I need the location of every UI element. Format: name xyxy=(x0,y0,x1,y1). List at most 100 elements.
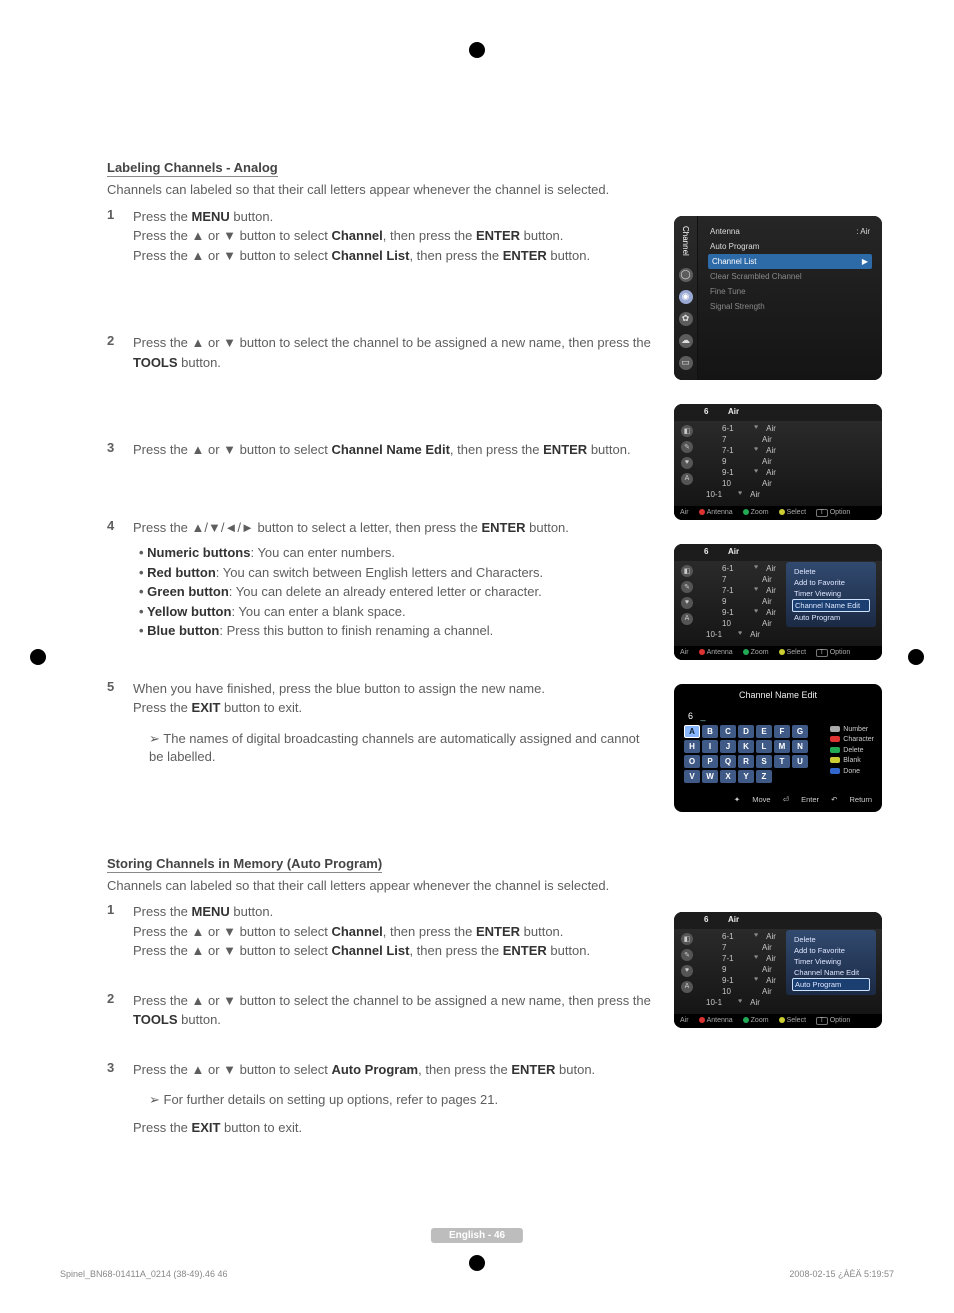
channel-row[interactable]: 9Air xyxy=(696,456,882,467)
tools-popup-item[interactable]: Delete xyxy=(792,566,870,577)
menu-item[interactable]: Auto Program xyxy=(708,239,872,254)
channel-icon: ◉ xyxy=(679,290,693,304)
note: The names of digital broadcasting channe… xyxy=(133,730,656,766)
kbd-key[interactable]: J xyxy=(720,740,736,753)
tv-channel-list-autoprogram: 6Air◧✎♥A6-1♥ Air7Air7-1♥ Air9Air9-1♥ Air… xyxy=(674,912,882,1028)
channel-row[interactable]: 7Air xyxy=(696,434,882,445)
kbd-key[interactable]: W xyxy=(702,770,718,783)
kbd-key[interactable]: B xyxy=(702,725,718,738)
kbd-legend-item: Number xyxy=(830,725,874,736)
channel-row[interactable]: 10-1♥ Air xyxy=(680,997,882,1008)
kbd-key[interactable]: V xyxy=(684,770,700,783)
tools-popup-item[interactable]: Channel Name Edit xyxy=(792,599,870,612)
tools-popup-item[interactable]: Channel Name Edit xyxy=(792,967,870,978)
step-body: Press the ▲ or ▼ button to select the ch… xyxy=(133,991,656,1030)
kbd-key[interactable]: T xyxy=(774,755,790,768)
all-mini-icon: A xyxy=(681,613,693,625)
kbd-key[interactable]: O xyxy=(684,755,700,768)
kbd-legend-item: Character xyxy=(830,735,874,746)
list-sidebar: ◧✎♥A xyxy=(678,563,696,625)
menu-sidebar-label: Channel xyxy=(681,226,690,256)
kbd-hint-move: ✦ Move xyxy=(734,795,771,804)
list-head-source: Air xyxy=(728,407,739,416)
step: 1Press the MENU button.Press the ▲ or ▼ … xyxy=(107,902,656,961)
section1-intro: Channels can labeled so that their call … xyxy=(107,181,627,199)
kbd-key[interactable]: S xyxy=(756,755,772,768)
marker-mini-icon: ✎ xyxy=(681,441,693,453)
tools-popup-item[interactable]: Timer Viewing xyxy=(792,588,870,599)
tv-channel-name-edit: Channel Name Edit 6 _ ABCDEFGHIJKLMNOPQR… xyxy=(674,684,882,812)
kbd-key[interactable]: U xyxy=(792,755,808,768)
channel-row[interactable]: 10-1♥ Air xyxy=(680,489,882,500)
kbd-key[interactable]: K xyxy=(738,740,754,753)
tools-popup-item[interactable]: Add to Favorite xyxy=(792,577,870,588)
menu-item-antenna[interactable]: Antenna : Air xyxy=(708,224,872,239)
kbd-key[interactable]: E xyxy=(756,725,772,738)
bullet-item: Blue button: Press this button to finish… xyxy=(139,621,656,641)
kbd-key[interactable]: P xyxy=(702,755,718,768)
step-body: Press the ▲/▼/◄/► button to select a let… xyxy=(133,518,656,538)
step: 3Press the ▲ or ▼ button to select Chann… xyxy=(107,440,656,460)
channel-row[interactable]: 10Air xyxy=(696,478,882,489)
kbd-key[interactable]: X xyxy=(720,770,736,783)
list-head-source: Air xyxy=(728,915,739,924)
heart-mini-icon: ♥ xyxy=(681,597,693,609)
channel-row[interactable]: 7-1♥ Air xyxy=(696,445,882,456)
kbd-key[interactable]: A xyxy=(684,725,700,738)
menu-item[interactable]: Fine Tune xyxy=(708,284,872,299)
bullet-item: Red button: You can switch between Engli… xyxy=(139,563,656,583)
kbd-key[interactable]: Z xyxy=(756,770,772,783)
kbd-key[interactable]: C xyxy=(720,725,736,738)
kbd-key[interactable]: N xyxy=(792,740,808,753)
tv-channel-list-tools: 6Air◧✎♥A6-1♥ Air7Air7-1♥ Air9Air9-1♥ Air… xyxy=(674,544,882,660)
channel-row[interactable]: 10-1♥ Air xyxy=(680,629,882,640)
marker-mini-icon: ✎ xyxy=(681,581,693,593)
kbd-key[interactable]: Y xyxy=(738,770,754,783)
menu-item[interactable]: Channel List▶ xyxy=(708,254,872,269)
tools-popup-item[interactable]: Add to Favorite xyxy=(792,945,870,956)
tools-popup: DeleteAdd to FavoriteTimer ViewingChanne… xyxy=(786,930,876,995)
note: For further details on setting up option… xyxy=(133,1091,656,1109)
antenna-label: Antenna xyxy=(710,227,740,236)
list-footer: AirAntennaZoomSelectTOption xyxy=(674,1014,882,1028)
tools-popup-item[interactable]: Timer Viewing xyxy=(792,956,870,967)
list-head-channel: 6 xyxy=(704,547,728,556)
channel-row[interactable]: 9-1♥ Air xyxy=(696,467,882,478)
list-head-source: Air xyxy=(728,547,739,556)
menu-item[interactable]: Clear Scrambled Channel xyxy=(708,269,872,284)
section-heading-autoprogram: Storing Channels in Memory (Auto Program… xyxy=(107,856,382,873)
kbd-key[interactable]: M xyxy=(774,740,790,753)
kbd-legend-item: Blank xyxy=(830,756,874,767)
list-head-channel: 6 xyxy=(704,407,728,416)
list-footer: AirAntennaZoomSelectTOption xyxy=(674,646,882,660)
step-number: 4 xyxy=(107,518,133,533)
menu-item[interactable]: Signal Strength xyxy=(708,299,872,314)
section2-intro: Channels can labeled so that their call … xyxy=(107,877,627,895)
kbd-key[interactable]: I xyxy=(702,740,718,753)
kbd-title: Channel Name Edit xyxy=(674,684,882,703)
kbd-key[interactable]: L xyxy=(756,740,772,753)
crop-mark-icon xyxy=(467,40,487,60)
kbd-key[interactable]: Q xyxy=(720,755,736,768)
step: 5When you have finished, press the blue … xyxy=(107,679,656,718)
kbd-key[interactable]: G xyxy=(792,725,808,738)
tuner-mini-icon: ◧ xyxy=(681,425,693,437)
kbd-key[interactable]: R xyxy=(738,755,754,768)
kbd-entry: _ xyxy=(701,711,706,721)
kbd-key[interactable]: H xyxy=(684,740,700,753)
tools-popup-item[interactable]: Auto Program xyxy=(792,612,870,623)
step-number: 3 xyxy=(107,1060,133,1075)
step-number: 1 xyxy=(107,902,133,917)
step-body: Press the ▲ or ▼ button to select the ch… xyxy=(133,333,656,372)
step-number: 5 xyxy=(107,679,133,694)
footer-air: Air xyxy=(680,649,689,656)
tools-popup: DeleteAdd to FavoriteTimer ViewingChanne… xyxy=(786,562,876,627)
kbd-key[interactable]: F xyxy=(774,725,790,738)
step-number: 1 xyxy=(107,207,133,222)
kbd-key[interactable]: D xyxy=(738,725,754,738)
tv-channel-list: 6Air◧✎♥A6-1♥ Air7Air7-1♥ Air9Air9-1♥ Air… xyxy=(674,404,882,520)
channel-row[interactable]: 6-1♥ Air xyxy=(696,423,882,434)
tools-popup-item[interactable]: Delete xyxy=(792,934,870,945)
step: 1Press the MENU button.Press the ▲ or ▼ … xyxy=(107,207,656,266)
tools-popup-item[interactable]: Auto Program xyxy=(792,978,870,991)
